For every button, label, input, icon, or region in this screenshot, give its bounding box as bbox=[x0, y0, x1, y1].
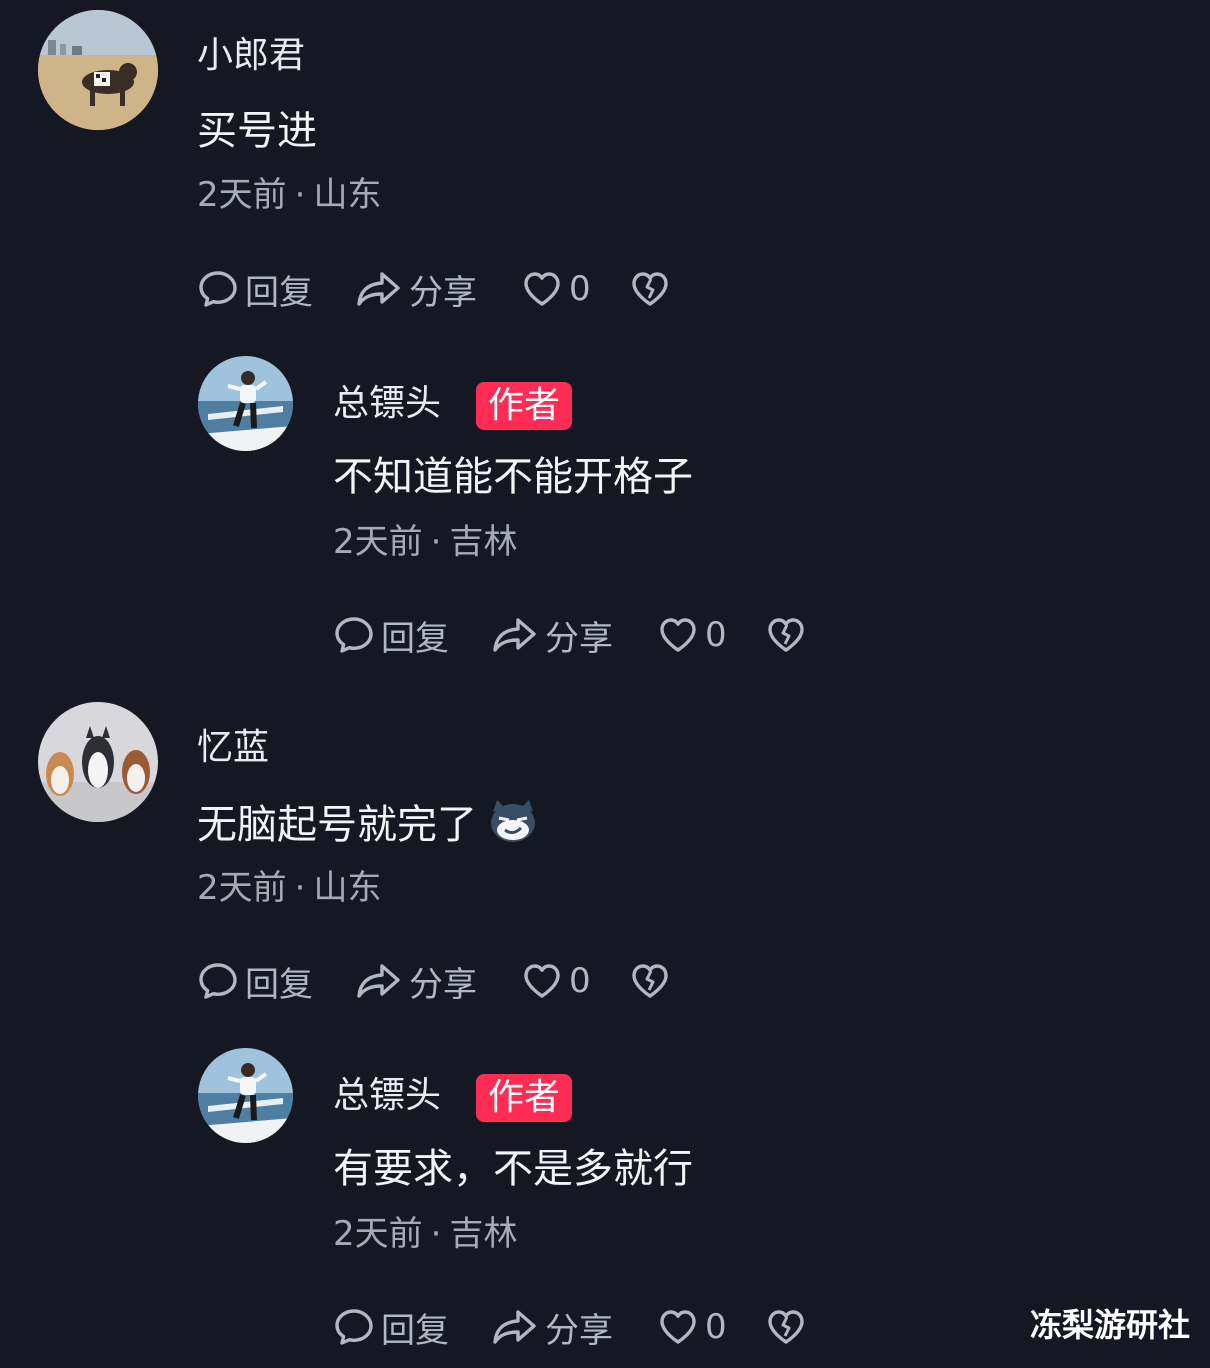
avatar[interactable] bbox=[38, 702, 158, 822]
heart-icon bbox=[521, 960, 563, 1002]
dislike-button[interactable] bbox=[765, 1306, 807, 1348]
broken-heart-icon bbox=[629, 268, 671, 310]
reply-button[interactable]: 回复 bbox=[197, 957, 355, 1006]
like-button[interactable]: 0 bbox=[521, 268, 629, 310]
reply-bubble-icon bbox=[333, 1306, 375, 1348]
broken-heart-icon bbox=[765, 614, 807, 656]
comment-text: 买号进 bbox=[197, 108, 317, 154]
timestamp: 2天前 bbox=[333, 522, 423, 562]
share-label: 分享 bbox=[545, 1310, 613, 1351]
comment-text: 无脑起号就完了 bbox=[197, 798, 539, 856]
share-button[interactable]: 分享 bbox=[491, 1303, 657, 1352]
action-bar: 回复 分享 0 bbox=[197, 265, 671, 314]
action-bar: 回复 分享 0 bbox=[197, 957, 671, 1006]
location: 吉林 bbox=[449, 1214, 518, 1254]
reply-label: 回复 bbox=[245, 964, 313, 1005]
like-count: 0 bbox=[569, 269, 591, 309]
location: 山东 bbox=[313, 868, 382, 908]
username[interactable]: 忆蓝 bbox=[197, 726, 269, 770]
location: 吉林 bbox=[449, 522, 518, 562]
broken-heart-icon bbox=[629, 960, 671, 1002]
share-label: 分享 bbox=[545, 618, 613, 659]
separator-dot: · bbox=[430, 522, 442, 562]
share-label: 分享 bbox=[409, 964, 477, 1005]
comment-text-body: 无脑起号就完了 bbox=[197, 802, 477, 848]
reply-button[interactable]: 回复 bbox=[197, 265, 355, 314]
location: 山东 bbox=[313, 175, 382, 215]
username[interactable]: 小郎君 bbox=[197, 34, 305, 78]
share-arrow-icon bbox=[355, 268, 403, 310]
like-count: 0 bbox=[705, 1307, 727, 1347]
heart-icon bbox=[657, 1306, 699, 1348]
comment-text: 有要求，不是多就行 bbox=[333, 1146, 693, 1192]
heart-icon bbox=[657, 614, 699, 656]
reply-label: 回复 bbox=[381, 1310, 449, 1351]
like-button[interactable]: 0 bbox=[657, 1306, 765, 1348]
avatar[interactable] bbox=[198, 356, 293, 451]
comment-meta: 2天前 · 山东 bbox=[197, 175, 381, 215]
share-button[interactable]: 分享 bbox=[491, 611, 657, 660]
username[interactable]: 总镖头 bbox=[333, 382, 441, 426]
share-button[interactable]: 分享 bbox=[355, 265, 521, 314]
share-arrow-icon bbox=[491, 1306, 539, 1348]
comment-meta: 2天前 · 山东 bbox=[197, 868, 381, 908]
share-arrow-icon bbox=[355, 960, 403, 1002]
reply-button[interactable]: 回复 bbox=[333, 611, 491, 660]
dislike-button[interactable] bbox=[629, 960, 671, 1002]
comment-meta: 2天前 · 吉林 bbox=[333, 522, 517, 562]
action-bar: 回复 分享 0 bbox=[333, 611, 807, 660]
separator-dot: · bbox=[430, 1214, 442, 1254]
watermark: 冻梨游研社 bbox=[1029, 1306, 1190, 1344]
username[interactable]: 总镖头 bbox=[333, 1074, 441, 1118]
timestamp: 2天前 bbox=[333, 1214, 423, 1254]
avatar[interactable] bbox=[38, 10, 158, 130]
share-label: 分享 bbox=[409, 272, 477, 313]
like-button[interactable]: 0 bbox=[657, 614, 765, 656]
like-button[interactable]: 0 bbox=[521, 960, 629, 1002]
reply-bubble-icon bbox=[197, 268, 239, 310]
reply-label: 回复 bbox=[381, 618, 449, 659]
sly-emoji-icon bbox=[487, 798, 539, 856]
share-arrow-icon bbox=[491, 614, 539, 656]
dislike-button[interactable] bbox=[765, 614, 807, 656]
reply-bubble-icon bbox=[197, 960, 239, 1002]
avatar[interactable] bbox=[198, 1048, 293, 1143]
dislike-button[interactable] bbox=[629, 268, 671, 310]
comment-meta: 2天前 · 吉林 bbox=[333, 1214, 517, 1254]
like-count: 0 bbox=[705, 615, 727, 655]
comment-text: 不知道能不能开格子 bbox=[333, 454, 693, 500]
share-button[interactable]: 分享 bbox=[355, 957, 521, 1006]
separator-dot: · bbox=[294, 868, 306, 908]
timestamp: 2天前 bbox=[197, 175, 287, 215]
action-bar: 回复 分享 0 bbox=[333, 1303, 807, 1352]
reply-bubble-icon bbox=[333, 614, 375, 656]
author-badge: 作者 bbox=[476, 382, 573, 430]
heart-icon bbox=[521, 268, 563, 310]
broken-heart-icon bbox=[765, 1306, 807, 1348]
author-badge: 作者 bbox=[476, 1074, 573, 1122]
separator-dot: · bbox=[294, 175, 306, 215]
reply-label: 回复 bbox=[245, 272, 313, 313]
timestamp: 2天前 bbox=[197, 868, 287, 908]
reply-button[interactable]: 回复 bbox=[333, 1303, 491, 1352]
like-count: 0 bbox=[569, 961, 591, 1001]
